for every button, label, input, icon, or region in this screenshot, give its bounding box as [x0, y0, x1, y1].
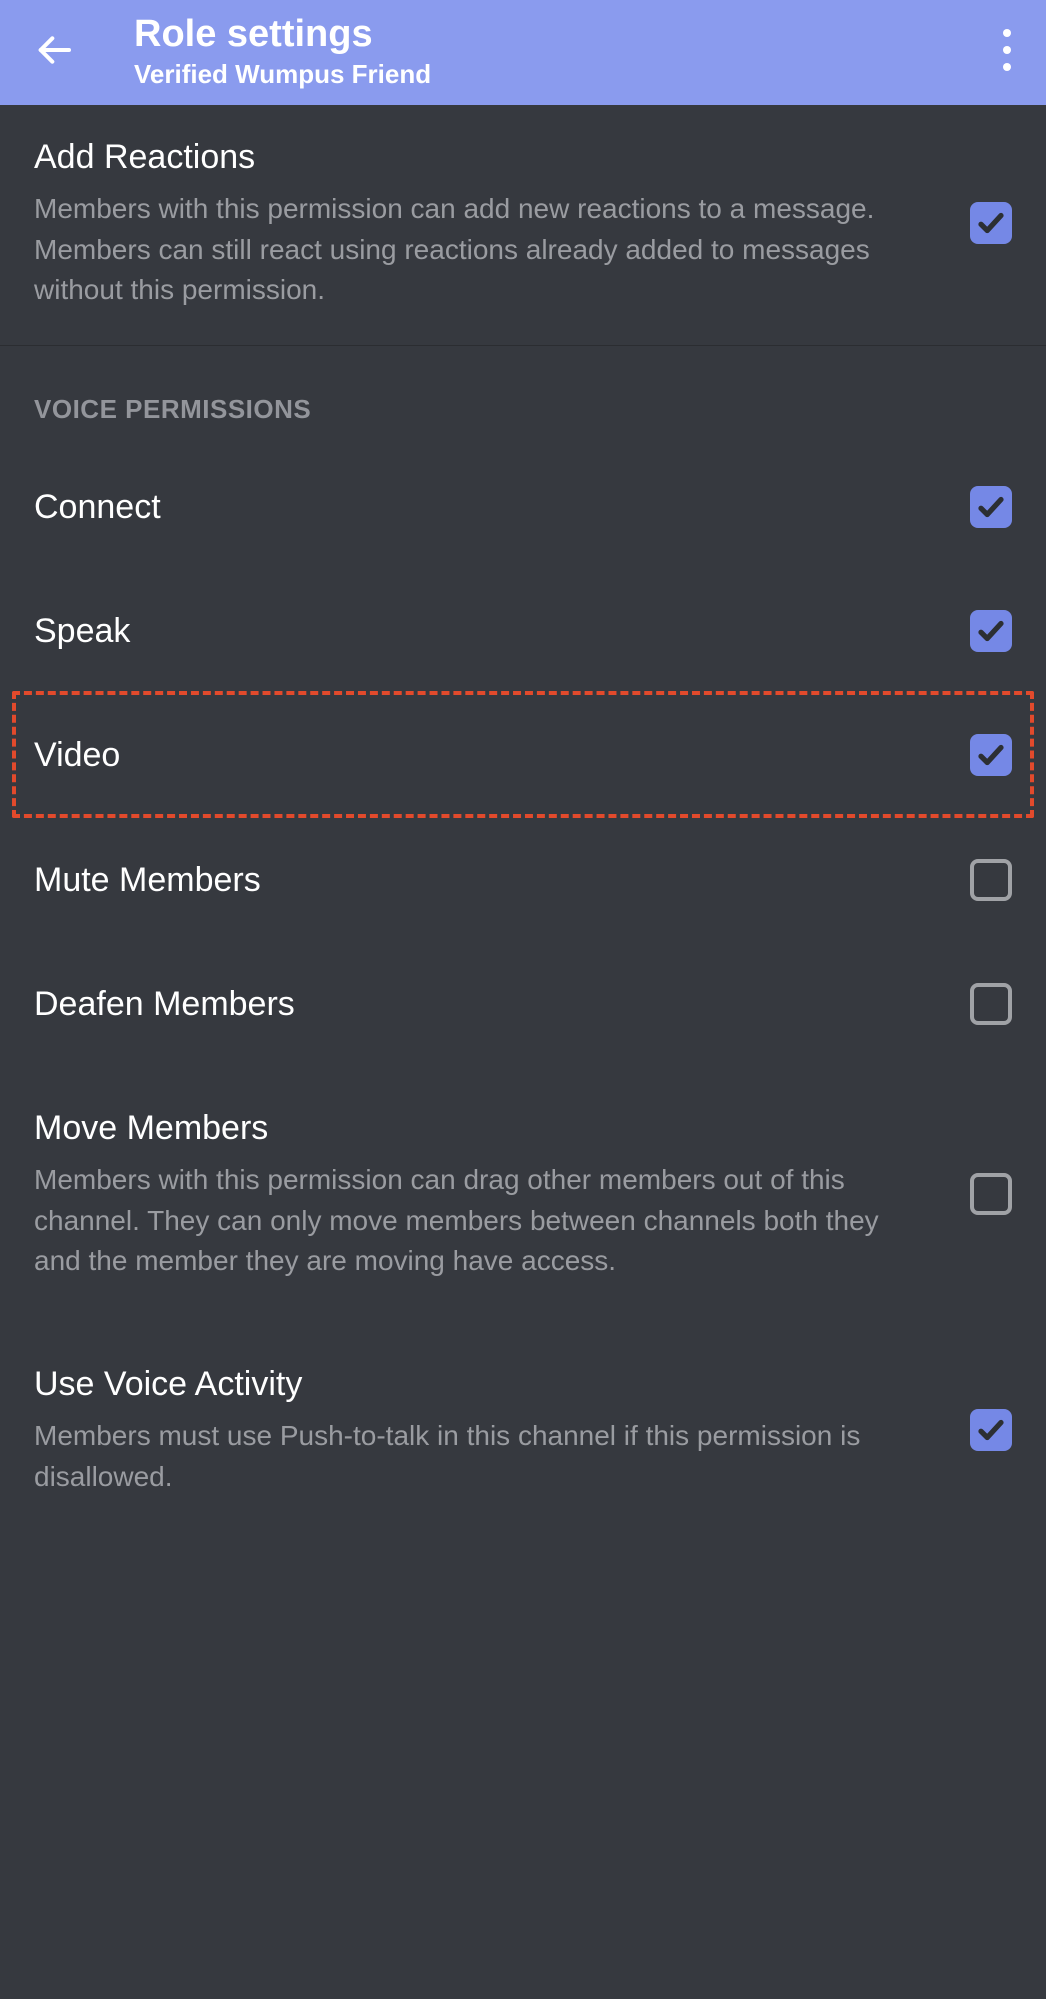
permission-title: Connect [34, 485, 930, 529]
permission-row-add-reactions[interactable]: Add Reactions Members with this permissi… [0, 105, 1046, 345]
page-title: Role settings [134, 13, 996, 57]
permission-title: Mute Members [34, 858, 930, 902]
permission-row-mute-members[interactable]: Mute Members [0, 818, 1046, 942]
more-options-button[interactable] [996, 22, 1018, 83]
section-header-voice: VOICE PERMISSIONS [0, 346, 1046, 435]
permission-row-deafen-members[interactable]: Deafen Members [0, 942, 1046, 1066]
permissions-list: Add Reactions Members with this permissi… [0, 105, 1046, 1537]
permission-row-use-voice-activity[interactable]: Use Voice Activity Members must use Push-… [0, 1322, 1046, 1537]
permission-description: Members with this permission can add new… [34, 189, 930, 311]
app-header: Role settings Verified Wumpus Friend [0, 0, 1046, 105]
permission-text: Use Voice Activity Members must use Push-… [34, 1362, 930, 1497]
permission-checkbox[interactable] [970, 983, 1012, 1025]
permission-row-video[interactable]: Video [0, 693, 1046, 817]
permission-text: Video [34, 733, 930, 777]
permission-description: Members with this permission can drag ot… [34, 1160, 930, 1282]
page-subtitle: Verified Wumpus Friend [134, 58, 996, 92]
permission-checkbox[interactable] [970, 202, 1012, 244]
permission-row-move-members[interactable]: Move Members Members with this permission… [0, 1066, 1046, 1322]
permission-title: Use Voice Activity [34, 1362, 930, 1406]
permission-text: Add Reactions Members with this permissi… [34, 135, 930, 311]
arrow-left-icon [34, 30, 74, 75]
permission-title: Add Reactions [34, 135, 930, 179]
permission-checkbox[interactable] [970, 734, 1012, 776]
permission-row-speak[interactable]: Speak [0, 569, 1046, 693]
permission-title: Video [34, 733, 930, 777]
permission-description: Members must use Push-to-talk in this ch… [34, 1416, 930, 1497]
permission-text: Mute Members [34, 858, 930, 902]
permission-checkbox[interactable] [970, 1173, 1012, 1215]
more-vertical-icon [1002, 28, 1012, 77]
header-titles: Role settings Verified Wumpus Friend [134, 13, 996, 92]
permission-checkbox[interactable] [970, 1409, 1012, 1451]
permission-text: Connect [34, 485, 930, 529]
permission-checkbox[interactable] [970, 859, 1012, 901]
permission-title: Speak [34, 609, 930, 653]
permission-text: Speak [34, 609, 930, 653]
permission-title: Deafen Members [34, 982, 930, 1026]
permission-checkbox[interactable] [970, 610, 1012, 652]
permission-title: Move Members [34, 1106, 930, 1150]
permission-checkbox[interactable] [970, 486, 1012, 528]
permission-row-connect[interactable]: Connect [0, 435, 1046, 569]
back-button[interactable] [34, 30, 74, 75]
permission-text: Deafen Members [34, 982, 930, 1026]
permission-text: Move Members Members with this permission… [34, 1106, 930, 1282]
